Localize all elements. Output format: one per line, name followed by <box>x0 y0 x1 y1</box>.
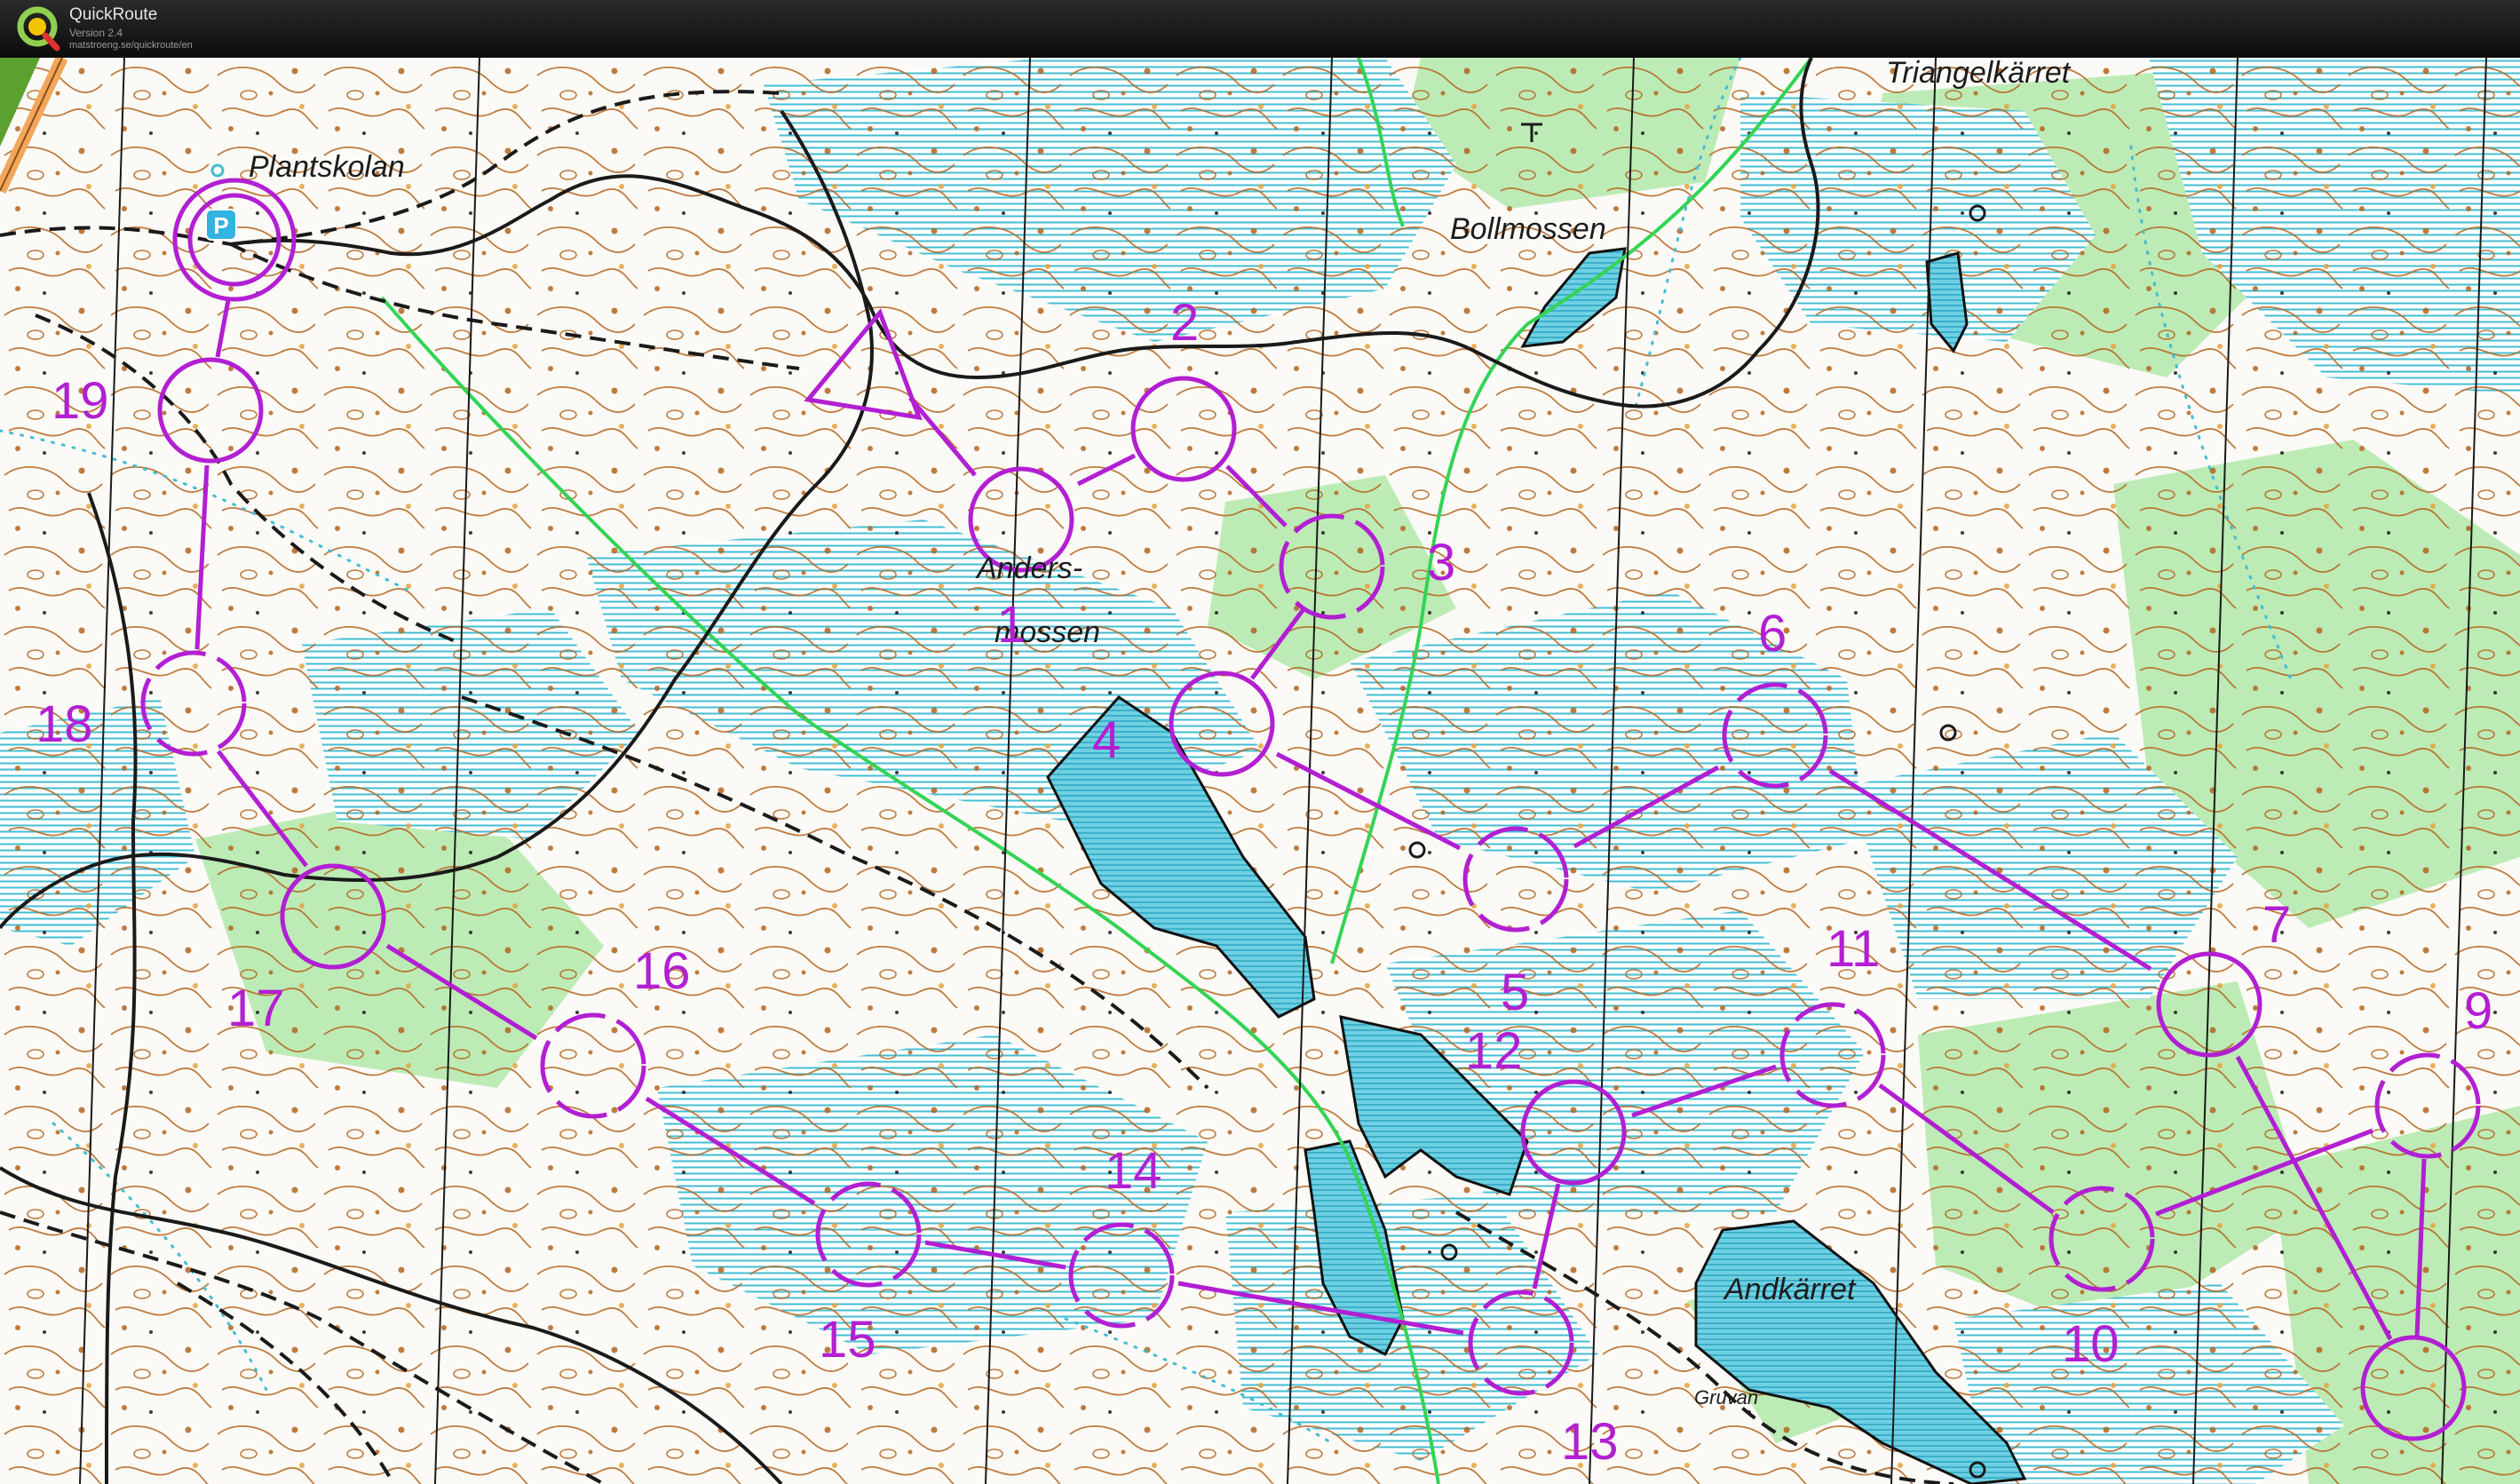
control-number-1: 1 <box>997 596 1026 654</box>
quickroute-logo-icon <box>17 6 60 52</box>
control-number-16: 16 <box>633 942 691 1000</box>
orienteering-map[interactable]: P Triangelkärret Plantskolan Bollmossen … <box>0 58 2520 1484</box>
place-name-bollmossen: Bollmossen <box>1450 212 1606 246</box>
control-number-7: 7 <box>2262 896 2292 954</box>
control-number-10: 10 <box>2062 1315 2120 1373</box>
title-bar: QuickRoute Version 2.4 matstroeng.se/qui… <box>0 0 2520 58</box>
place-name-triangelkarret: Triangelkärret <box>1886 58 2071 90</box>
control-number-6: 6 <box>1758 605 1787 663</box>
control-number-13: 13 <box>1561 1413 1619 1471</box>
control-number-14: 14 <box>1105 1142 1162 1200</box>
control-number-12: 12 <box>1465 1022 1523 1080</box>
control-number-4: 4 <box>1092 711 1121 769</box>
control-number-15: 15 <box>819 1311 876 1369</box>
app-version: Version 2.4 <box>69 27 123 39</box>
place-name-plantskolan: Plantskolan <box>249 150 405 184</box>
control-number-17: 17 <box>227 980 285 1037</box>
app-name: QuickRoute <box>69 5 158 24</box>
place-name-gruvan: Gruvan <box>1694 1386 1759 1409</box>
control-number-19: 19 <box>52 372 109 430</box>
place-name-andersmossen-line1: Anders- <box>977 552 1083 585</box>
map-canvas: P <box>0 58 2520 1484</box>
place-name-andkarret: Andkärret <box>1724 1273 1856 1306</box>
control-number-5: 5 <box>1501 964 1530 1021</box>
control-number-18: 18 <box>36 695 93 753</box>
control-number-9: 9 <box>2464 982 2493 1040</box>
control-number-2: 2 <box>1170 294 1200 352</box>
app-url: matstroeng.se/quickroute/en <box>69 40 193 51</box>
parking-label: P <box>213 212 228 239</box>
control-number-11: 11 <box>1827 920 1881 978</box>
control-number-3: 3 <box>1427 534 1456 591</box>
parking-icon: P <box>205 209 237 241</box>
